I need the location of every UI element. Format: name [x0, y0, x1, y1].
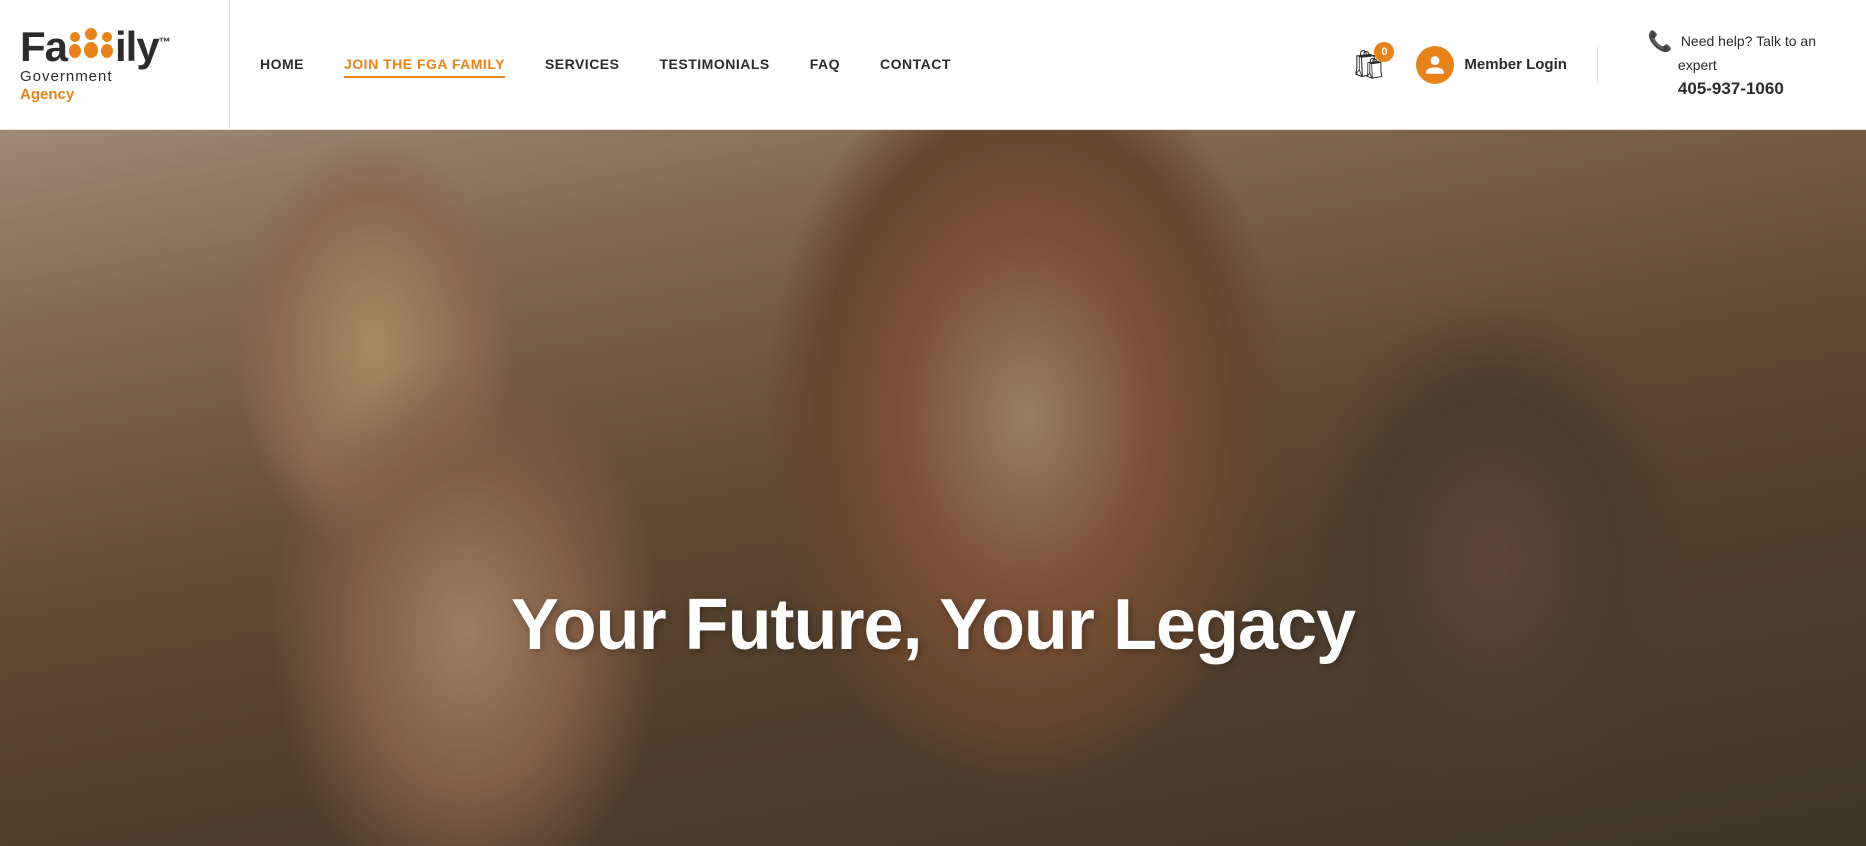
person-icon: [1424, 54, 1446, 76]
cart-button[interactable]: 🛍 0: [1351, 48, 1387, 81]
cart-badge: 0: [1374, 42, 1394, 62]
help-phone[interactable]: 405-937-1060: [1648, 77, 1816, 101]
logo-subtitle: Government Agency: [20, 68, 170, 104]
help-top-line: 📞 Need help? Talk to an: [1648, 28, 1816, 56]
help-line1: Need help? Talk to an: [1681, 32, 1816, 52]
logo-ily: ily: [115, 23, 159, 70]
logo-area: Fa ily™ Government: [0, 0, 230, 129]
header: Fa ily™ Government: [0, 0, 1866, 130]
nav-item-services[interactable]: SERVICES: [545, 56, 620, 74]
nav-item-contact[interactable]: CONTACT: [880, 56, 951, 74]
nav-item-join[interactable]: JOIN THE FGA FAMILY: [344, 56, 505, 74]
logo-circles: [67, 27, 115, 59]
logo-tm: ™: [159, 35, 170, 49]
phone-icon: 📞: [1648, 28, 1673, 56]
nav-link-faq[interactable]: FAQ: [810, 56, 840, 72]
hero-title: Your Future, Your Legacy: [0, 584, 1866, 666]
nav-item-faq[interactable]: FAQ: [810, 56, 840, 74]
nav-links: HOME JOIN THE FGA FAMILY SERVICES TESTIM…: [260, 56, 951, 74]
nav-link-services[interactable]: SERVICES: [545, 56, 620, 72]
nav-link-home[interactable]: HOME: [260, 56, 304, 72]
nav-link-testimonials[interactable]: TESTIMONIALS: [659, 56, 769, 72]
hero-section: Your Future, Your Legacy: [0, 130, 1866, 846]
member-login-button[interactable]: Member Login: [1416, 46, 1598, 84]
help-area: 📞 Need help? Talk to an expert 405-937-1…: [1628, 28, 1836, 101]
logo[interactable]: Fa ily™ Government: [20, 26, 170, 104]
nav-item-testimonials[interactable]: TESTIMONIALS: [659, 56, 769, 74]
hero-overlay: [0, 130, 1866, 846]
member-login-text: Member Login: [1464, 56, 1567, 73]
nav-item-home[interactable]: HOME: [260, 56, 304, 74]
logo-fa: Fa: [20, 23, 67, 70]
nav-link-join[interactable]: JOIN THE FGA FAMILY: [344, 56, 505, 78]
member-icon: [1416, 46, 1454, 84]
hero-content: Your Future, Your Legacy: [0, 584, 1866, 666]
nav-link-contact[interactable]: CONTACT: [880, 56, 951, 72]
nav: HOME JOIN THE FGA FAMILY SERVICES TESTIM…: [230, 0, 1866, 129]
help-line2: expert: [1648, 56, 1816, 76]
